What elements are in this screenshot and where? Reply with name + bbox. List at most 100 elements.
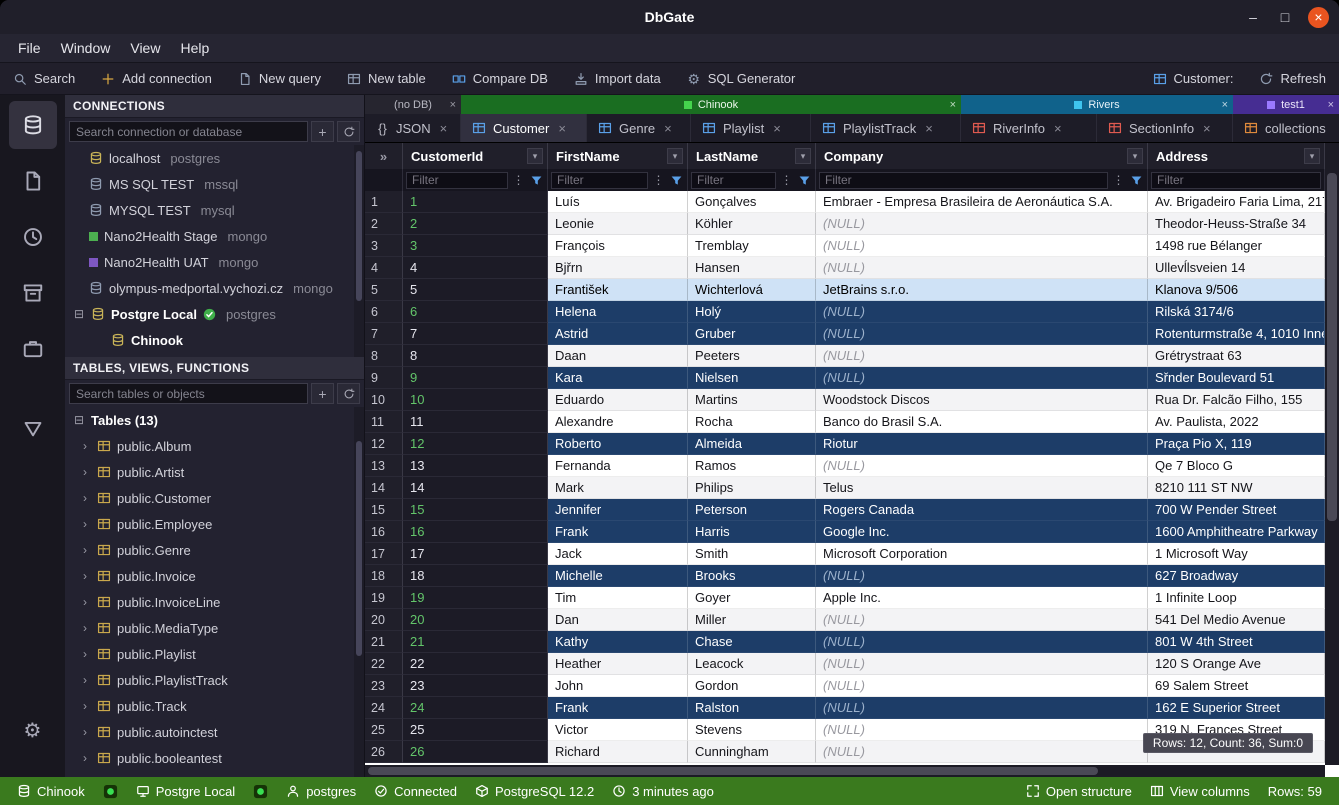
cell-customerid[interactable]: 25 [403,719,548,741]
cell-company[interactable]: JetBrains s.r.o. [816,279,1148,301]
rail-archive-button[interactable] [9,269,57,317]
cell-address[interactable]: 541 Del Medio Avenue [1148,609,1325,631]
cell-lastname[interactable]: Philips [688,477,816,499]
table-item-public-playlisttrack[interactable]: ›public.PlaylistTrack [65,667,364,693]
cell-company[interactable]: Embraer - Empresa Brasileira de Aeronáut… [816,191,1148,213]
table-item-public-customer[interactable]: ›public.Customer [65,485,364,511]
row-number[interactable]: 19 [365,587,403,609]
cell-firstname[interactable]: Heather [548,653,688,675]
close-icon[interactable]: × [925,121,933,136]
row-number[interactable]: 5 [365,279,403,301]
cell-address[interactable]: Ullevĺlsveien 14 [1148,257,1325,279]
cell-customerid[interactable]: 10 [403,389,548,411]
row-number[interactable]: 13 [365,455,403,477]
cell-customerid[interactable]: 18 [403,565,548,587]
connection-item-chinook[interactable]: Chinook [65,327,364,353]
db-group-chinook[interactable]: Chinook× [461,95,961,114]
cell-lastname[interactable]: Hansen [688,257,816,279]
cell-firstname[interactable]: Luís [548,191,688,213]
cell-firstname[interactable]: František [548,279,688,301]
cell-address[interactable]: 1498 rue Bélanger [1148,235,1325,257]
rail-history-button[interactable] [9,213,57,261]
row-number[interactable]: 10 [365,389,403,411]
cell-customerid[interactable]: 23 [403,675,548,697]
table-item-public-artist[interactable]: ›public.Artist [65,459,364,485]
cell-address[interactable]: Rua Dr. Falcão Filho, 155 [1148,389,1325,411]
row-number[interactable]: 8 [365,345,403,367]
cell-lastname[interactable]: Wichterlová [688,279,816,301]
cell-customerid[interactable]: 26 [403,741,548,763]
cell-firstname[interactable]: Tim [548,587,688,609]
table-item-public-album[interactable]: ›public.Album [65,433,364,459]
connection-item-postgre-local[interactable]: ⊟Postgre Localpostgres [65,301,364,327]
filter-menu-button[interactable]: ⋮ [779,172,794,188]
row-number[interactable]: 12 [365,433,403,455]
cell-lastname[interactable]: Leacock [688,653,816,675]
cell-address[interactable]: Praça Pio X, 119 [1148,433,1325,455]
connection-item-ms-sql-test[interactable]: MS SQL TESTmssql [65,171,364,197]
cell-customerid[interactable]: 12 [403,433,548,455]
cell-customerid[interactable]: 24 [403,697,548,719]
cell-firstname[interactable]: Eduardo [548,389,688,411]
cell-address[interactable]: 162 E Superior Street [1148,697,1325,719]
rail-connections-button[interactable] [9,101,57,149]
cell-firstname[interactable]: Leonie [548,213,688,235]
cell-firstname[interactable]: Richard [548,741,688,763]
table-item-public-genre[interactable]: ›public.Genre [65,537,364,563]
connections-scrollbar[interactable] [354,145,364,357]
row-number[interactable]: 15 [365,499,403,521]
cell-customerid[interactable]: 11 [403,411,548,433]
horizontal-scrollbar[interactable] [365,765,1325,777]
cell-firstname[interactable]: Daan [548,345,688,367]
cell-address[interactable]: 801 W 4th Street [1148,631,1325,653]
column-header-address[interactable]: Address▾ [1148,143,1325,169]
cell-lastname[interactable]: Ramos [688,455,816,477]
minimize-button[interactable]: – [1244,9,1262,25]
column-menu-button[interactable]: ▾ [667,148,683,164]
column-header-company[interactable]: Company▾ [816,143,1148,169]
filter-menu-button[interactable]: ⋮ [511,172,526,188]
column-menu-button[interactable]: ▾ [1127,148,1143,164]
row-number[interactable]: 20 [365,609,403,631]
cell-customerid[interactable]: 7 [403,323,548,345]
row-number[interactable]: 11 [365,411,403,433]
tab-json[interactable]: {}JSON× [365,114,461,142]
menu-help[interactable]: Help [170,37,219,59]
cell-address[interactable]: Av. Paulista, 2022 [1148,411,1325,433]
cell-company[interactable]: (NULL) [816,301,1148,323]
cell-firstname[interactable]: Mark [548,477,688,499]
toolbar-refresh-button[interactable]: Refresh [1246,63,1339,94]
cell-company[interactable]: Microsoft Corporation [816,543,1148,565]
cell-company[interactable]: (NULL) [816,367,1148,389]
cell-company[interactable]: (NULL) [816,455,1148,477]
cell-firstname[interactable]: Frank [548,697,688,719]
scrollbar-thumb[interactable] [1327,173,1337,521]
row-number[interactable]: 14 [365,477,403,499]
add-connection-mini-button[interactable]: + [311,121,334,142]
status-open-structure[interactable]: Open structure [1017,784,1141,799]
cell-address[interactable]: Rotenturmstraße 4, 1010 Innere Stadt [1148,323,1325,345]
toolbar-search-button[interactable]: Search [0,63,88,94]
close-icon[interactable]: × [950,99,956,111]
close-icon[interactable]: × [558,121,566,136]
cell-company[interactable]: (NULL) [816,345,1148,367]
cell-address[interactable]: Rilská 3174/6 [1148,301,1325,323]
titlebar[interactable]: DbGate – □ × [0,0,1339,34]
maximize-button[interactable]: □ [1276,9,1294,25]
cell-company[interactable]: Apple Inc. [816,587,1148,609]
refresh-connections-button[interactable] [337,121,360,142]
close-icon[interactable]: × [440,121,448,136]
row-number[interactable]: 25 [365,719,403,741]
cell-company[interactable]: (NULL) [816,565,1148,587]
grid-gutter-header[interactable]: » [365,143,403,169]
table-item-public-autoinctest[interactable]: ›public.autoinctest [65,719,364,745]
tables-search-input[interactable] [69,383,308,404]
row-number[interactable]: 21 [365,631,403,653]
cell-customerid[interactable]: 1 [403,191,548,213]
rail-settings-button[interactable]: ⚙ [9,707,57,755]
cell-firstname[interactable]: Alexandre [548,411,688,433]
cell-lastname[interactable]: Goyer [688,587,816,609]
scrollbar-thumb[interactable] [356,441,362,656]
toolbar-add-connection-button[interactable]: Add connection [88,63,225,94]
row-number[interactable]: 7 [365,323,403,345]
